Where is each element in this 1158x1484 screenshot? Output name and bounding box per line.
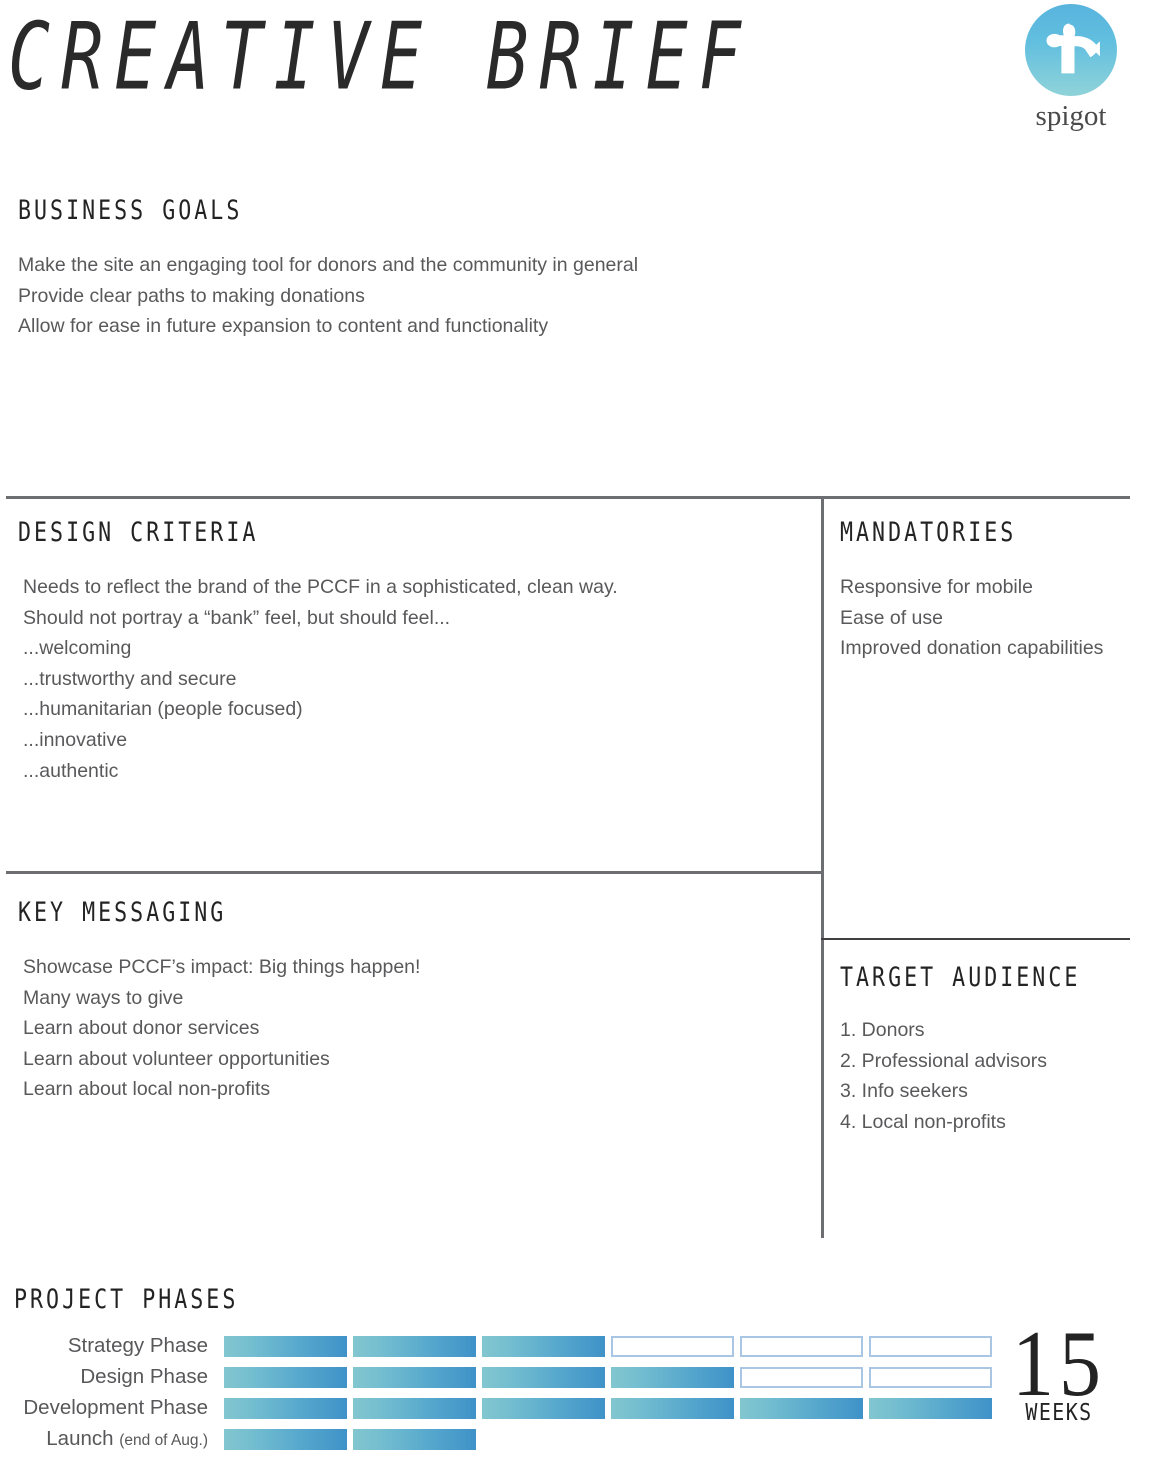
mandatories-list: Responsive for mobile Ease of use Improv… [840,572,1103,664]
business-goals-heading: BUSINESS GOALS [18,196,243,227]
section-mandatories: MANDATORIES Responsive for mobile Ease o… [840,518,1103,664]
gantt-cell-filled [224,1336,347,1357]
divider-target-audience [821,938,1130,940]
list-item: ...welcoming [23,637,132,660]
gantt-cell-empty [740,1367,863,1388]
brand-logo: spigot [1016,4,1126,131]
divider-key-messaging [6,871,822,874]
gantt-cells [224,1367,992,1388]
gantt-row: Design Phase [14,1362,1144,1393]
target-audience-list: 1. Donors 2. Professional advisors 3. In… [840,1015,1096,1137]
section-project-phases: PROJECT PHASES Strategy Phase Design Phas… [14,1285,1144,1450]
page-title: CREATIVE BRIEF [8,2,752,111]
gantt-row-label-note: (end of Aug.) [119,1432,208,1450]
creative-brief-page: CREATIVE BRIEF spigot BUSINESS GOALS Mak… [0,0,1158,1484]
list-item: ...trustworthy and secure [23,667,237,690]
list-item: Provide clear paths to making donations [18,284,365,307]
design-criteria-list: Needs to reflect the brand of the PCCF i… [18,572,618,786]
divider-top [6,496,1130,499]
gantt-cell-filled [611,1367,734,1388]
gantt-cell-blank [611,1429,734,1450]
section-business-goals: BUSINESS GOALS Make the site an engaging… [18,196,638,342]
design-criteria-heading: DESIGN CRITERIA [18,518,259,549]
gantt-cell-blank [482,1429,605,1450]
brand-wordmark: spigot [1035,100,1107,132]
gantt-cell-blank [869,1429,992,1450]
list-item: Ease of use [840,606,943,629]
gantt-cells [224,1398,992,1419]
list-item: 1. Donors [840,1019,925,1041]
list-item: Allow for ease in future expansion to co… [18,315,549,338]
gantt-cell-empty [869,1336,992,1357]
gantt-cell-filled [353,1429,476,1450]
list-item: Make the site an engaging tool for donor… [18,254,639,276]
list-item: Learn about donor services [23,1017,260,1040]
list-item: Showcase PCCF’s impact: Big things happe… [23,956,421,978]
gantt-cell-filled [482,1336,605,1357]
list-item: 2. Professional advisors [840,1049,1048,1072]
gantt-cell-filled [224,1398,347,1419]
list-item: Needs to reflect the brand of the PCCF i… [23,576,618,598]
business-goals-list: Make the site an engaging tool for donor… [18,250,638,342]
divider-vertical [821,496,824,1238]
gantt-cell-filled [482,1367,605,1388]
gantt-cell-filled [353,1398,476,1419]
project-phases-gantt: Strategy Phase Design Phase Development Ph… [14,1331,1144,1455]
gantt-row: Launch (end of Aug.) [14,1424,1144,1455]
gantt-cell-filled [224,1367,347,1388]
gantt-row: Strategy Phase [14,1331,1144,1362]
key-messaging-list: Showcase PCCF’s impact: Big things happe… [18,952,420,1105]
list-item: ...humanitarian (people focused) [23,698,303,721]
list-item: Learn about volunteer opportunities [23,1047,330,1070]
gantt-cell-empty [869,1367,992,1388]
gantt-cell-blank [740,1429,863,1450]
gantt-row-label: Strategy Phase [67,1334,208,1358]
gantt-row-label: Design Phase [80,1365,208,1389]
list-item: ...innovative [23,728,128,751]
gantt-cell-filled [353,1367,476,1388]
gantt-cells [224,1429,992,1450]
gantt-cell-empty [740,1336,863,1357]
gantt-cell-filled [224,1429,347,1450]
section-target-audience: TARGET AUDIENCE 1. Donors 2. Professiona… [840,963,1096,1137]
gantt-cell-filled [869,1398,992,1419]
duration-number: 15 [1012,1312,1106,1417]
gantt-cell-filled [740,1398,863,1419]
list-item: ...authentic [23,759,119,782]
duration-unit: WEEKS [1025,1398,1093,1426]
list-item: 3. Info seekers [840,1080,968,1103]
key-messaging-heading: KEY MESSAGING [18,898,227,929]
list-item: Learn about local non-profits [23,1078,271,1101]
duration-badge: 15 WEEKS [996,1312,1122,1426]
spigot-faucet-icon [1025,4,1117,96]
gantt-cell-filled [482,1398,605,1419]
section-key-messaging: KEY MESSAGING Showcase PCCF’s impact: Bi… [18,898,420,1105]
gantt-row-label: Development Phase [23,1396,208,1420]
section-design-criteria: DESIGN CRITERIA Needs to reflect the bra… [18,518,618,786]
mandatories-heading: MANDATORIES [840,518,1017,549]
target-audience-heading: TARGET AUDIENCE [840,963,1081,994]
list-item: Many ways to give [23,986,184,1009]
gantt-cell-filled [353,1336,476,1357]
gantt-cell-filled [611,1398,734,1419]
list-item: Improved donation capabilities [840,637,1104,660]
project-phases-heading: PROJECT PHASES [14,1285,239,1316]
gantt-row-label: Launch (end of Aug.) [46,1427,208,1451]
gantt-cell-empty [611,1336,734,1357]
list-item: Responsive for mobile [840,576,1033,598]
list-item: Should not portray a “bank” feel, but sh… [23,606,451,629]
gantt-row: Development Phase [14,1393,1144,1424]
list-item: 4. Local non-profits [840,1110,1006,1133]
gantt-cells [224,1336,992,1357]
